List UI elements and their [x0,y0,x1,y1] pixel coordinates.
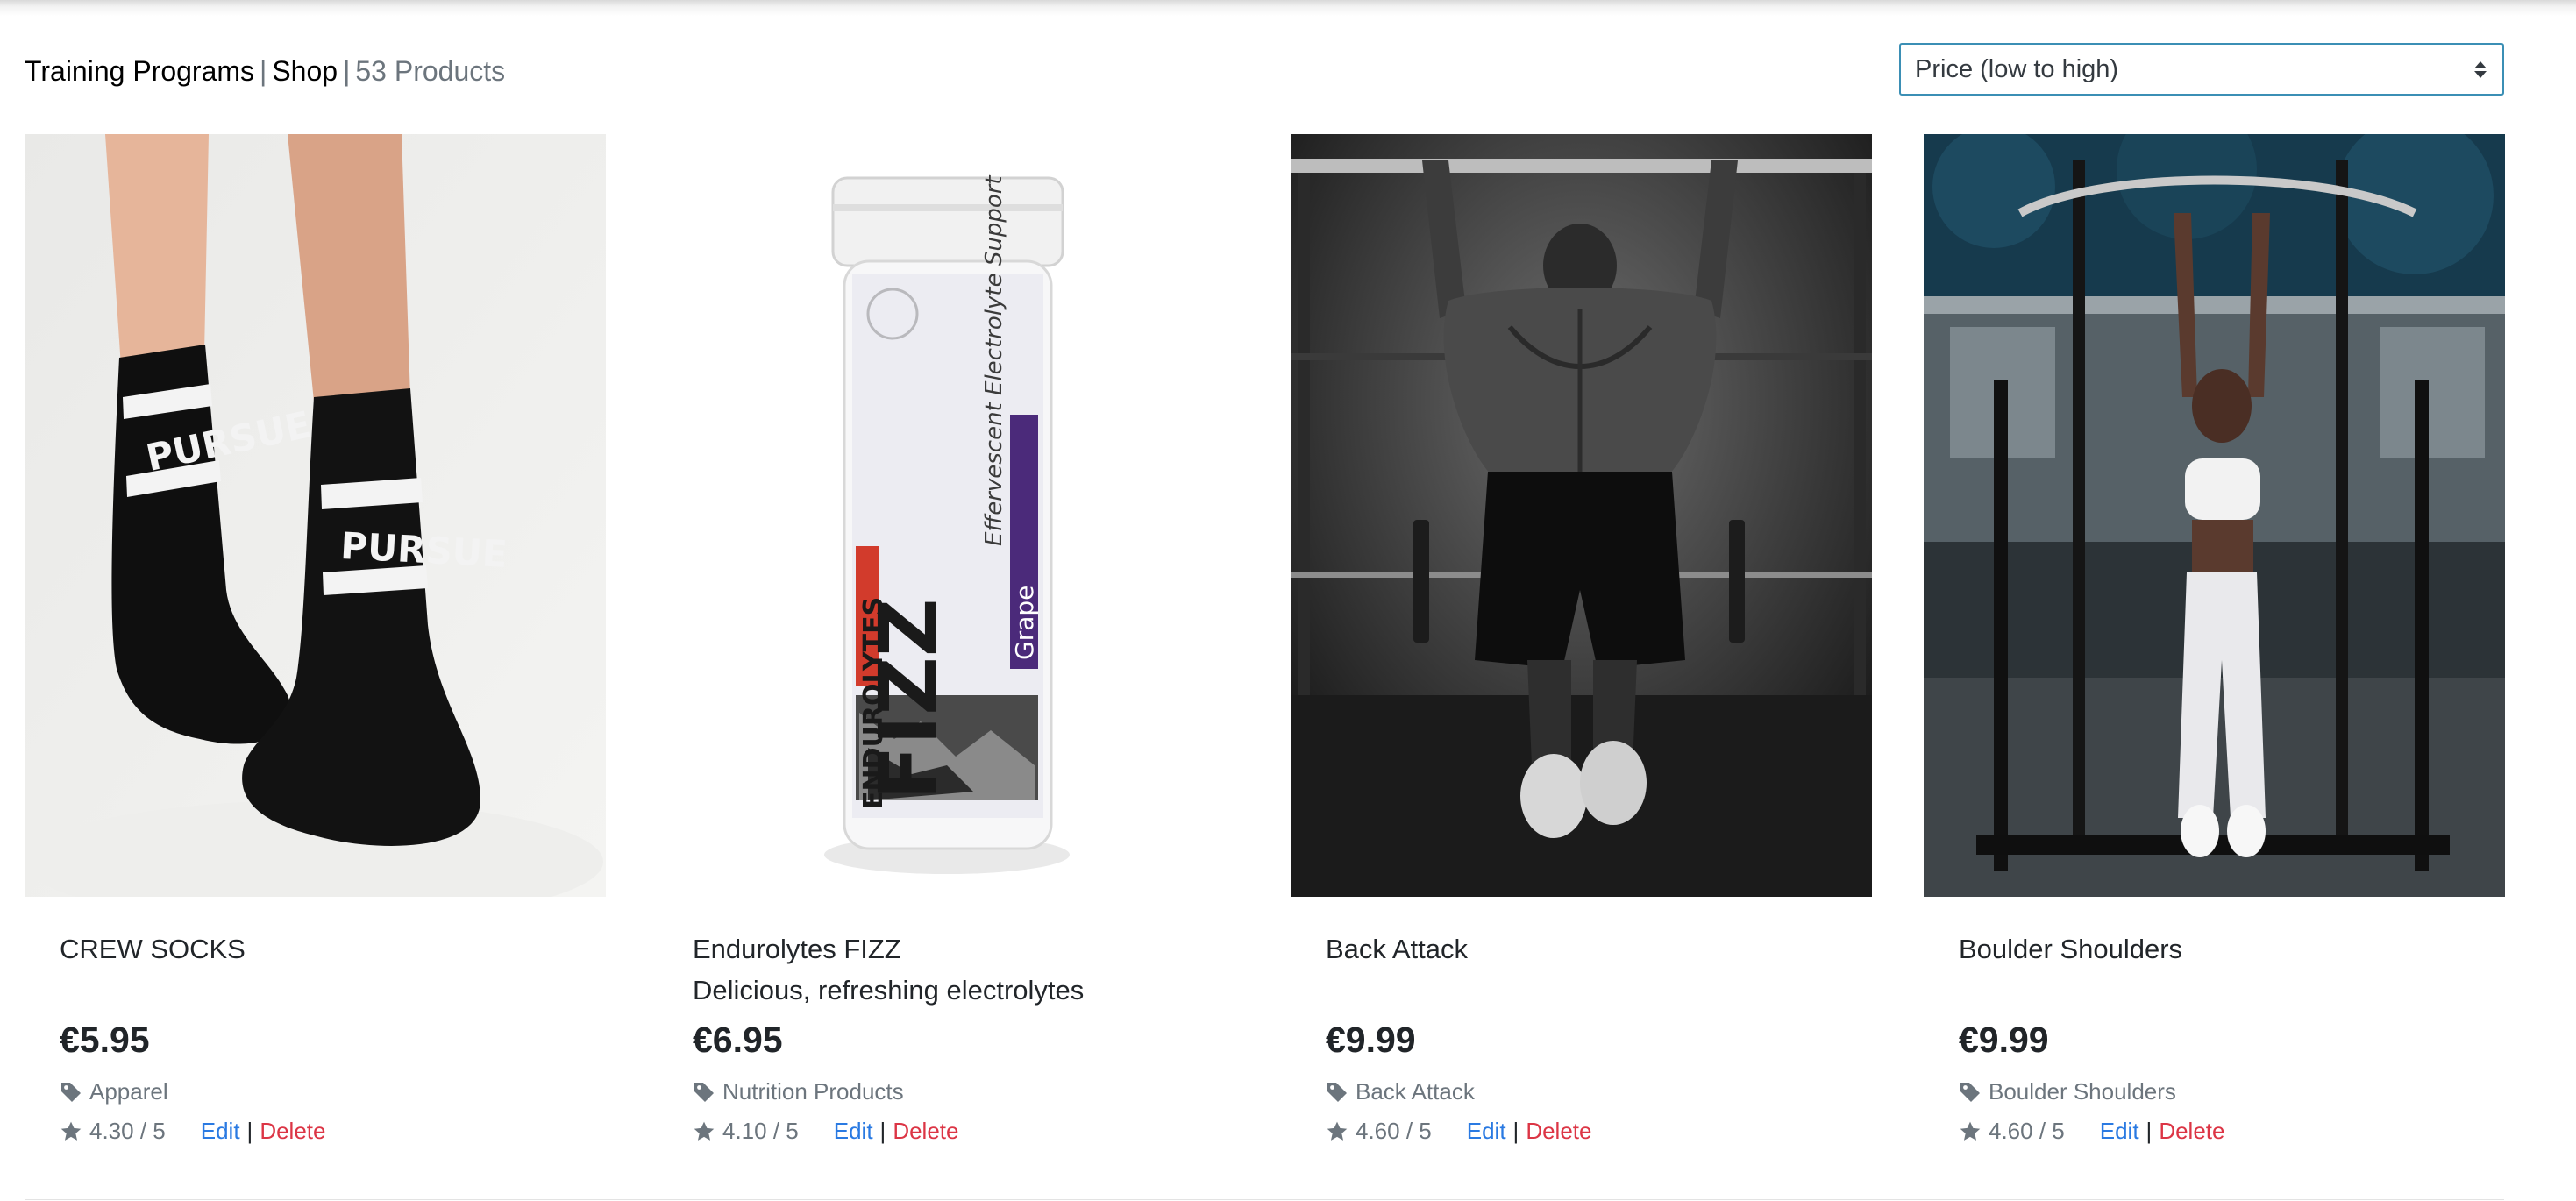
product-category[interactable]: Back Attack [1326,1078,1475,1105]
product-meta: 4.30 / 5 Edit | Delete [60,1118,325,1145]
product-description: Delicious, refreshing electrolytes [693,975,1085,1006]
fizz-support-text: Effervescent Electrolyte Support [981,175,1007,546]
edit-link[interactable]: Edit [834,1118,873,1145]
sort-select-value: Price (low to high) [1915,54,2119,83]
sock-text-right: PURSUE [339,524,509,576]
tag-icon [694,1082,714,1102]
product-price: €5.95 [60,1020,150,1060]
product-rating: 4.30 / 5 [89,1118,166,1144]
breadcrumb-shop[interactable]: Shop [272,55,338,87]
product-meta: 4.60 / 5 Edit | Delete [1959,1118,2224,1145]
star-icon [1960,1121,1981,1141]
product-card-crew-socks: PURSUE PURSUE CREW SOCKS €5.95 Apparel 4… [25,134,606,1144]
star-icon [60,1121,82,1141]
tag-icon [61,1082,81,1102]
delete-link[interactable]: Delete [893,1118,958,1145]
product-name[interactable]: Back Attack [1326,934,1468,965]
product-price: €9.99 [1959,1020,2049,1060]
fizz-brand-text: ENDUROLYTES [858,597,889,809]
star-icon [694,1121,715,1141]
product-count: 53 Products [355,55,506,87]
product-meta: 4.60 / 5 Edit | Delete [1326,1118,1591,1145]
product-image-crew-socks[interactable]: PURSUE PURSUE [25,134,606,897]
edit-link[interactable]: Edit [1467,1118,1506,1145]
star-icon [1327,1121,1348,1141]
product-card-endurolytes-fizz: Grape FIZZ ENDUROLYTES Effervescent Elec… [658,134,1239,1144]
action-separator: | [2145,1118,2153,1144]
product-card-back-attack: Back Attack €9.99 Back Attack 4.60 / 5 E… [1291,134,1872,1144]
action-separator: | [879,1118,886,1144]
product-card-boulder-shoulders: Boulder Shoulders €9.99 Boulder Shoulder… [1924,134,2505,1144]
product-category[interactable]: Nutrition Products [693,1078,904,1105]
edit-link[interactable]: Edit [201,1118,240,1145]
product-image-endurolytes-fizz[interactable]: Grape FIZZ ENDUROLYTES Effervescent Elec… [658,134,1239,897]
product-category-label: Boulder Shoulders [1989,1078,2176,1105]
product-category-label: Apparel [89,1078,168,1105]
breadcrumb: Training Programs | Shop | 53 Products [25,53,505,89]
tag-icon [1960,1082,1980,1102]
product-image-back-attack[interactable] [1291,134,1872,897]
product-rating: 4.60 / 5 [1356,1118,1432,1144]
delete-link[interactable]: Delete [1526,1118,1591,1145]
product-image-boulder-shoulders[interactable] [1924,134,2505,897]
product-name[interactable]: Boulder Shoulders [1959,934,2182,965]
product-name[interactable]: Endurolytes FIZZ [693,934,901,965]
fizz-flavor-text: Grape [1010,586,1039,660]
product-price: €6.95 [693,1020,783,1060]
breadcrumb-separator: | [260,55,267,87]
delete-link[interactable]: Delete [260,1118,325,1145]
product-rating: 4.60 / 5 [1989,1118,2065,1144]
product-price: €9.99 [1326,1020,1416,1060]
edit-link[interactable]: Edit [2100,1118,2139,1145]
top-shadow [0,0,2576,16]
product-category-label: Back Attack [1356,1078,1475,1105]
product-meta: 4.10 / 5 Edit | Delete [693,1118,958,1145]
divider [25,1199,2504,1200]
breadcrumb-separator: | [343,55,351,87]
sort-select[interactable]: Price (low to high) [1899,43,2504,96]
delete-link[interactable]: Delete [2159,1118,2224,1145]
product-category[interactable]: Apparel [60,1078,168,1105]
breadcrumb-training-programs[interactable]: Training Programs [25,55,254,87]
product-name[interactable]: CREW SOCKS [60,934,246,965]
tag-icon [1327,1082,1347,1102]
sort-arrows-icon [2474,60,2487,78]
product-category-label: Nutrition Products [722,1078,904,1105]
action-separator: | [246,1118,253,1144]
action-separator: | [1512,1118,1519,1144]
product-rating: 4.10 / 5 [722,1118,799,1144]
product-category[interactable]: Boulder Shoulders [1959,1078,2176,1105]
